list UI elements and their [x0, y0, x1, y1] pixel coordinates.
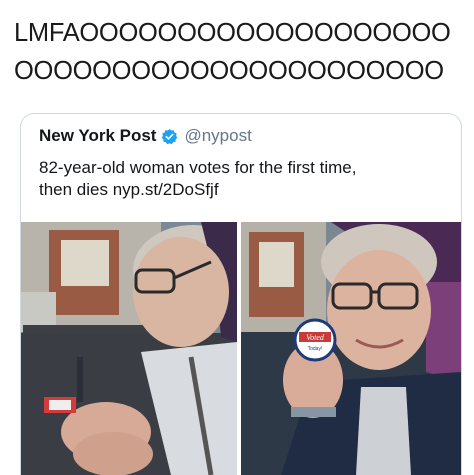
- caption-line-1: LMFAOOOOOOOOOOOOOOOOOOO: [14, 19, 451, 47]
- tweet-card[interactable]: New York Post @nypost 82-year-old woman …: [20, 113, 462, 475]
- tweet-header: New York Post @nypost: [39, 126, 252, 146]
- author-handle[interactable]: @nypost: [184, 126, 251, 146]
- sticker-text: Voted: [306, 333, 325, 342]
- verified-badge-icon: [161, 128, 178, 145]
- tweet-text-line-2: then dies nyp.st/2DoSfjf: [39, 180, 219, 199]
- tweet-photos: Voted Today!: [21, 222, 461, 475]
- tweet-photo-left[interactable]: [21, 222, 237, 475]
- caption-line-2: OOOOOOOOOOOOOOOOOOOOOO: [14, 57, 444, 85]
- tweet-text: 82-year-old woman votes for the first ti…: [39, 157, 449, 201]
- sticker-subtext: Today!: [308, 346, 323, 352]
- tweet-photo-right[interactable]: Voted Today!: [241, 222, 461, 475]
- author-name[interactable]: New York Post: [39, 126, 156, 146]
- tweet-text-line-1: 82-year-old woman votes for the first ti…: [39, 158, 357, 177]
- meme-caption: LMFAOOOOOOOOOOOOOOOOOOO OOOOOOOOOOOOOOOO…: [14, 14, 464, 90]
